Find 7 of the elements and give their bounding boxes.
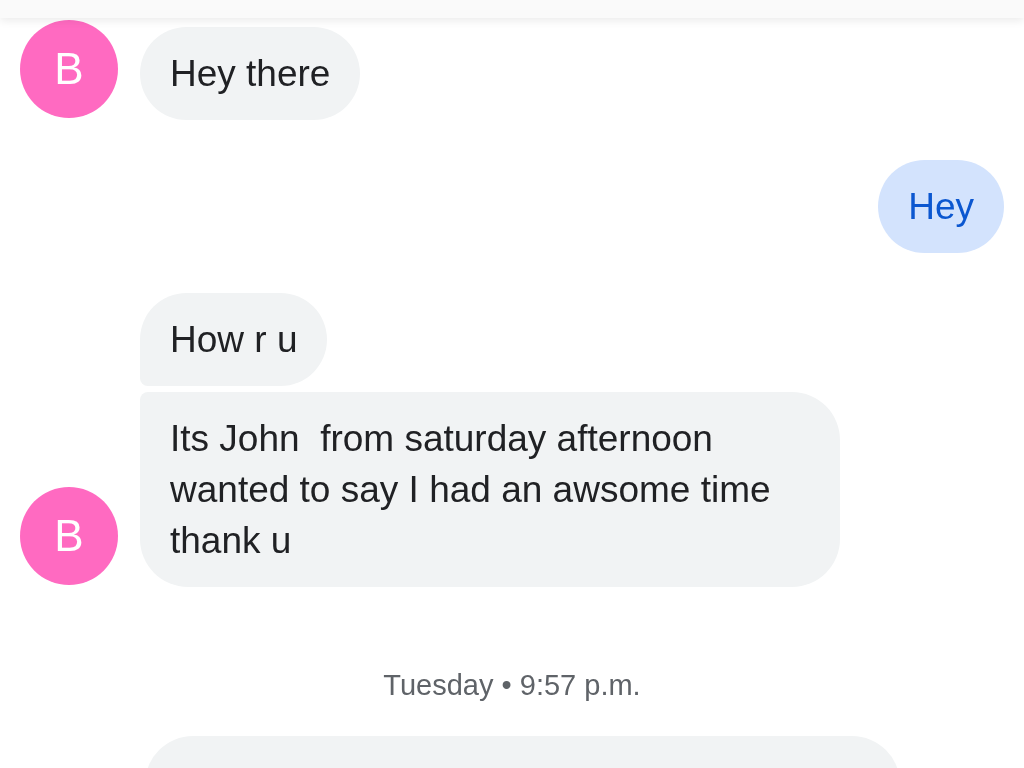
received-message: Its John from saturday afternoon wanted to say I had an awsome time thank u <box>140 392 840 587</box>
received-message: How r u <box>140 293 328 386</box>
message-timestamp: Tuesday • 9:57 p.m. <box>382 669 642 702</box>
contact-avatar[interactable]: B <box>20 487 118 585</box>
contact-avatar[interactable]: B <box>20 20 118 118</box>
sent-message: Hey <box>878 160 1004 253</box>
received-message: Hey there <box>140 27 361 120</box>
